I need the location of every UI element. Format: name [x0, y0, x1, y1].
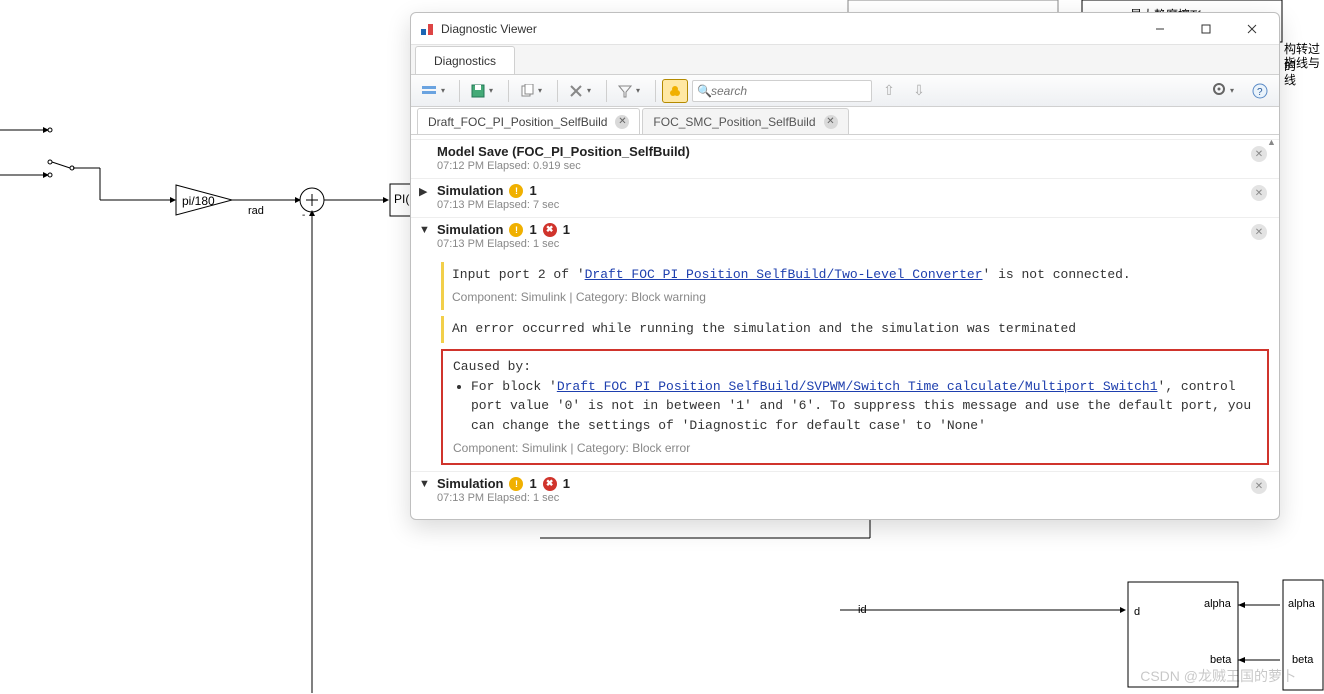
- warn-badge-icon: !: [509, 223, 523, 237]
- expand-arrow-icon[interactable]: ▶: [419, 185, 427, 198]
- entry-title: Simulation: [437, 476, 503, 491]
- simulink-icon: [419, 21, 435, 37]
- copy-button[interactable]: ▾: [515, 79, 551, 103]
- watermark: CSDN @龙贼王国的萝卜: [1140, 666, 1296, 686]
- diagnostic-viewer-window: Diagnostic Viewer Diagnostics ▾ ▾: [410, 12, 1280, 520]
- close-icon[interactable]: ✕: [824, 115, 838, 129]
- save-button[interactable]: ▾: [466, 79, 502, 103]
- maximize-button[interactable]: [1183, 14, 1229, 44]
- highlight-button[interactable]: [662, 79, 688, 103]
- chevron-down-icon: ▾: [534, 86, 546, 95]
- close-icon[interactable]: ✕: [1251, 146, 1267, 162]
- signal-label-rad: rad: [248, 205, 264, 217]
- filter-button[interactable]: ▾: [613, 79, 649, 103]
- window-title: Diagnostic Viewer: [441, 22, 537, 36]
- tab-diagnostics[interactable]: Diagnostics: [415, 46, 515, 74]
- port-alpha: alpha: [1204, 598, 1231, 610]
- close-icon[interactable]: ✕: [1251, 185, 1267, 201]
- svg-text:?: ?: [1257, 87, 1263, 98]
- entry-title: Model Save (FOC_PI_Position_SelfBuild): [437, 144, 690, 159]
- collapse-arrow-icon[interactable]: ▼: [419, 478, 430, 490]
- warn-count: 1: [529, 476, 536, 491]
- close-button[interactable]: [1229, 14, 1275, 44]
- separator: [655, 80, 656, 102]
- msg-text: For block ': [471, 379, 557, 394]
- help-button[interactable]: ?: [1247, 79, 1273, 103]
- entry-model-save[interactable]: Model Save (FOC_PI_Position_SelfBuild) 0…: [411, 139, 1279, 178]
- tabrow: Diagnostics: [411, 45, 1279, 75]
- entry-title: Simulation: [437, 222, 503, 237]
- err-count: 1: [563, 222, 570, 237]
- gear-icon: [1212, 82, 1226, 99]
- msg-text: An error occurred while running the simu…: [452, 321, 1076, 336]
- titlebar[interactable]: Diagnostic Viewer: [411, 13, 1279, 45]
- model-tab-label: Draft_FOC_PI_Position_SelfBuild: [428, 115, 607, 129]
- port-d: d: [1134, 606, 1140, 618]
- search-box[interactable]: 🔍: [692, 80, 872, 102]
- port-beta-2: beta: [1292, 654, 1313, 666]
- entry-simulation-3[interactable]: ▼ Simulation ! 1 ✖ 1 07:13 PM Elapsed: 1…: [411, 471, 1279, 510]
- entry-meta: 07:12 PM Elapsed: 0.919 sec: [437, 160, 1269, 172]
- error-header-message: An error occurred while running the simu…: [441, 316, 1269, 343]
- warning-message: Input port 2 of 'Draft_FOC_PI_Position_S…: [441, 262, 1269, 310]
- error-message: Caused by: For block 'Draft_FOC_PI_Posit…: [441, 349, 1269, 465]
- chevron-down-icon: ▾: [583, 86, 595, 95]
- close-icon[interactable]: ✕: [615, 115, 629, 129]
- search-prev-button[interactable]: ⇧: [876, 79, 902, 103]
- svg-text:-: -: [302, 210, 305, 221]
- chevron-down-icon: ▾: [1226, 86, 1238, 95]
- warn-count: 1: [529, 222, 536, 237]
- close-icon[interactable]: ✕: [1251, 478, 1267, 494]
- warn-count: 1: [529, 183, 536, 198]
- port-alpha-2: alpha: [1288, 598, 1315, 610]
- model-tabs: Draft_FOC_PI_Position_SelfBuild ✕ FOC_SM…: [411, 107, 1279, 135]
- close-icon[interactable]: ✕: [1251, 224, 1267, 240]
- minimize-button[interactable]: [1137, 14, 1183, 44]
- entry-meta: 07:13 PM Elapsed: 7 sec: [437, 199, 1269, 211]
- search-next-button[interactable]: ⇩: [906, 79, 932, 103]
- separator: [557, 80, 558, 102]
- entry-meta: 07:13 PM Elapsed: 1 sec: [437, 238, 1269, 250]
- msg-text: Input port 2 of ': [452, 267, 585, 282]
- model-tab-draft[interactable]: Draft_FOC_PI_Position_SelfBuild ✕: [417, 108, 640, 134]
- chevron-down-icon: ▾: [437, 86, 449, 95]
- block-link[interactable]: Draft_FOC_PI_Position_SelfBuild/SVPWM/Sw…: [557, 379, 1158, 394]
- port-beta: beta: [1210, 654, 1231, 666]
- block-link[interactable]: Draft_FOC_PI_Position_SelfBuild/Two-Leve…: [585, 267, 983, 282]
- search-input[interactable]: [711, 82, 859, 100]
- message-list[interactable]: ▲ Model Save (FOC_PI_Position_SelfBuild)…: [411, 135, 1279, 519]
- collapse-arrow-icon[interactable]: ▼: [419, 224, 430, 236]
- model-tab-label: FOC_SMC_Position_SelfBuild: [653, 115, 815, 129]
- msg-footer: Component: Simulink | Category: Block wa…: [452, 289, 1263, 306]
- tab-label: Diagnostics: [434, 54, 496, 68]
- settings-button[interactable]: ▾: [1207, 79, 1243, 103]
- search-icon: 🔍: [697, 84, 711, 98]
- warn-badge-icon: !: [509, 477, 523, 491]
- separator: [606, 80, 607, 102]
- separator: [459, 80, 460, 102]
- entry-simulation-2[interactable]: ▼ Simulation ! 1 ✖ 1 07:13 PM Elapsed: 1…: [411, 217, 1279, 256]
- chevron-down-icon: ▾: [485, 86, 497, 95]
- entry-simulation-1[interactable]: ▶ Simulation ! 1 07:13 PM Elapsed: 7 sec…: [411, 178, 1279, 217]
- signal-id: id: [858, 604, 867, 616]
- caused-by-label: Caused by:: [453, 357, 1259, 377]
- warn-badge-icon: !: [509, 184, 523, 198]
- error-badge-icon: ✖: [543, 477, 557, 491]
- error-badge-icon: ✖: [543, 223, 557, 237]
- toolbar: ▾ ▾ ▾ ▾ ▾ 🔍 ⇧ ⇩: [411, 75, 1279, 107]
- chevron-down-icon: ▾: [632, 86, 644, 95]
- clear-button[interactable]: ▾: [564, 79, 600, 103]
- entry-meta: 07:13 PM Elapsed: 1 sec: [437, 492, 1269, 504]
- gain-label: pi/180: [182, 194, 215, 208]
- pi-block-label: PI(: [394, 192, 409, 206]
- note-right2: 指线与线: [1284, 54, 1324, 88]
- entry-title: Simulation: [437, 183, 503, 198]
- show-messages-button[interactable]: ▾: [417, 79, 453, 103]
- msg-text: ' is not connected.: [983, 267, 1131, 282]
- msg-footer: Component: Simulink | Category: Block er…: [453, 439, 1259, 457]
- separator: [508, 80, 509, 102]
- err-count: 1: [563, 476, 570, 491]
- model-tab-smc[interactable]: FOC_SMC_Position_SelfBuild ✕: [642, 108, 848, 134]
